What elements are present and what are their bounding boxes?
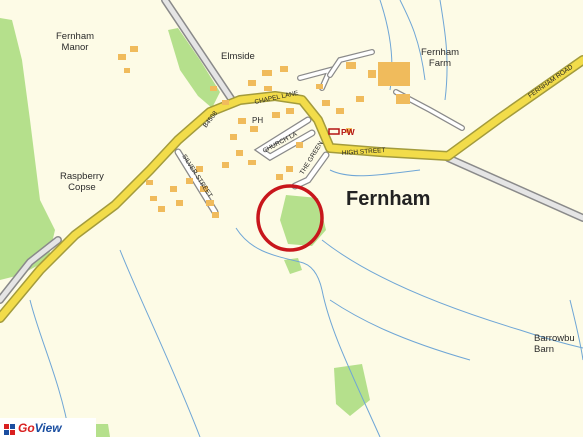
map-view[interactable]: B4508 CHAPEL LANE CHURCH LA HIGH STREET … xyxy=(0,0,583,437)
silver-street-label: SILVER STREET xyxy=(180,153,213,199)
place-label-raspberry-copse: Raspberry Copse xyxy=(60,171,104,193)
goview-logo-text: GoView xyxy=(18,421,62,435)
place-label-fernham-farm: Fernham Farm xyxy=(421,47,460,69)
place-label-elmside: Elmside xyxy=(221,51,255,62)
place-label-fernham-manor: Fernham Manor xyxy=(56,31,95,53)
goview-logo-text-go: Go xyxy=(18,420,35,435)
pw-label: PW xyxy=(341,127,355,137)
ph-label: PH xyxy=(252,116,264,125)
place-label-barrowbush-barn: Barrowbu Barn xyxy=(534,333,575,355)
woodland-areas xyxy=(0,18,370,437)
goview-logo: GoView xyxy=(0,418,96,437)
map-canvas: B4508 CHAPEL LANE CHURCH LA HIGH STREET … xyxy=(0,0,583,437)
goview-logo-icon xyxy=(4,422,15,435)
place-label-fernham: Fernham xyxy=(346,188,431,210)
goview-logo-text-view: View xyxy=(34,420,62,435)
place-of-worship-icon xyxy=(328,128,340,135)
fernham-road-label: FERNHAM ROAD xyxy=(527,63,574,99)
road-labels: B4508 CHAPEL LANE CHURCH LA HIGH STREET … xyxy=(180,63,574,199)
